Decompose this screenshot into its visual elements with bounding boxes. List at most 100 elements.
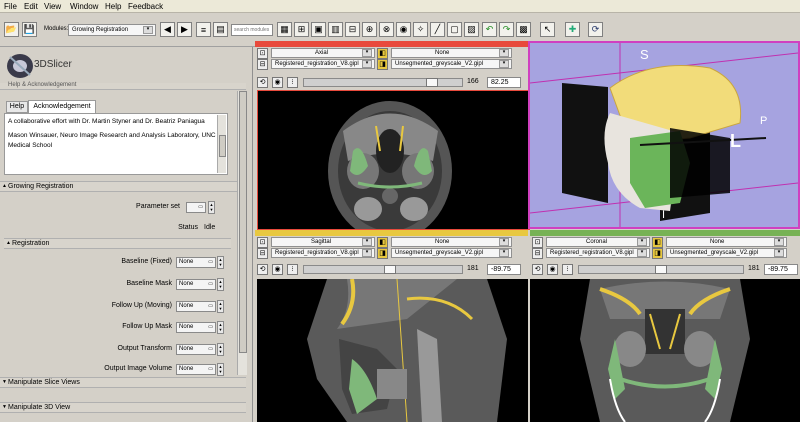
- sagittal-link-button[interactable]: ⊟: [257, 248, 268, 259]
- 3d-view[interactable]: S P L I: [528, 41, 800, 229]
- output-image-volume-stepper[interactable]: ▲ ▼: [217, 363, 224, 376]
- sagittal-slice-view[interactable]: [257, 279, 528, 422]
- output-transform-select[interactable]: None ▭: [176, 344, 216, 355]
- axial-offset-input[interactable]: 82.25: [487, 77, 521, 88]
- coronal-label-toggle[interactable]: ◨: [652, 248, 663, 259]
- sagittal-pin-button[interactable]: ⊡: [257, 237, 268, 248]
- place-mode-button[interactable]: ✚: [565, 22, 580, 37]
- parameter-set-select[interactable]: ▭: [186, 202, 206, 213]
- coronal-slice-view[interactable]: [530, 279, 800, 422]
- module-selector[interactable]: Growing Registration ▾: [68, 24, 156, 36]
- sagittal-label-toggle[interactable]: ◨: [377, 248, 388, 259]
- menu-view[interactable]: View: [44, 2, 61, 11]
- fiducial-button[interactable]: ◉: [396, 22, 411, 37]
- axial-orientation-select[interactable]: Axial ▾: [271, 48, 375, 58]
- coronal-label-select[interactable]: Unsegmented_greyscale_V2.gipl ▾: [666, 248, 787, 258]
- search-modules-input[interactable]: [231, 24, 273, 36]
- coronal-fit-button[interactable]: ⟲: [532, 264, 543, 275]
- crosshair-button[interactable]: ⊕: [362, 22, 377, 37]
- coronal-offset-input[interactable]: -89.75: [764, 264, 798, 275]
- prev-module-button[interactable]: ◀: [160, 22, 175, 37]
- module-panel-scrollbar[interactable]: [237, 91, 247, 375]
- axial-slider-thumb[interactable]: [426, 78, 438, 87]
- slice-intersection-button[interactable]: ⊗: [379, 22, 394, 37]
- output-image-volume-select[interactable]: None ▭: [176, 364, 216, 375]
- manipulate-3d-view-header[interactable]: ▼ Manipulate 3D View: [0, 402, 246, 413]
- manipulate-slice-views-header[interactable]: ▼ Manipulate Slice Views: [0, 377, 246, 388]
- layout-3d-button[interactable]: ▥: [328, 22, 343, 37]
- baseline-fixed-stepper[interactable]: ▲ ▼: [217, 256, 224, 269]
- sagittal-label-select[interactable]: Unsegmented_greyscale_V2.gipl ▾: [391, 248, 512, 258]
- coronal-slice-slider[interactable]: [578, 265, 744, 274]
- axial-label-toggle[interactable]: ◨: [377, 59, 388, 70]
- menu-edit[interactable]: Edit: [24, 2, 38, 11]
- parameter-set-stepper[interactable]: ▲ ▼: [208, 201, 215, 214]
- editor-button[interactable]: ▨: [464, 22, 479, 37]
- sagittal-fg-toggle[interactable]: ◧: [377, 237, 388, 248]
- next-module-button[interactable]: ▶: [177, 22, 192, 37]
- axial-settings-button[interactable]: ⁝: [287, 77, 298, 88]
- layout-oneup-button[interactable]: ▣: [311, 22, 326, 37]
- layout-compare-button[interactable]: ⊟: [345, 22, 360, 37]
- save-button[interactable]: 💾: [22, 22, 37, 37]
- follow-up-mask-select[interactable]: None ▭: [176, 322, 216, 333]
- coronal-foreground-select[interactable]: None ▾: [666, 237, 787, 247]
- ack-scrollbar[interactable]: [217, 115, 226, 173]
- follow-up-moving-select[interactable]: None ▭: [176, 301, 216, 312]
- redo-button[interactable]: ↷: [499, 22, 514, 37]
- registration-header[interactable]: ▲ Registration: [4, 238, 231, 249]
- refresh-button[interactable]: ⟳: [588, 22, 603, 37]
- follow-up-moving-stepper[interactable]: ▲ ▼: [217, 300, 224, 313]
- help-section-header[interactable]: Help & Acknowledgement: [0, 82, 246, 90]
- coronal-orientation-select[interactable]: Coronal ▾: [546, 237, 650, 247]
- growing-registration-header[interactable]: ▲ Growing Registration: [0, 181, 246, 192]
- axial-fit-button[interactable]: ⟲: [257, 77, 268, 88]
- module-list-button[interactable]: ▤: [213, 22, 228, 37]
- axial-pin-button[interactable]: ⊡: [257, 48, 268, 59]
- module-history-button[interactable]: ≡: [196, 22, 211, 37]
- layout-conventional-button[interactable]: ▦: [277, 22, 292, 37]
- screenshot-button[interactable]: ▢: [447, 22, 462, 37]
- baseline-mask-select[interactable]: None ▭: [176, 279, 216, 290]
- module-panel-scrollbar-thumb[interactable]: [239, 91, 247, 353]
- baseline-mask-stepper[interactable]: ▲ ▼: [217, 278, 224, 291]
- sagittal-offset-input[interactable]: -89.75: [487, 264, 521, 275]
- coronal-pin-button[interactable]: ⊡: [532, 237, 543, 248]
- menu-file[interactable]: File: [4, 2, 17, 11]
- sagittal-orientation-select[interactable]: Sagittal ▾: [271, 237, 375, 247]
- follow-up-mask-stepper[interactable]: ▲ ▼: [217, 321, 224, 334]
- mouse-mode-button[interactable]: ↖: [540, 22, 555, 37]
- load-data-button[interactable]: 📂: [4, 22, 19, 37]
- tab-help[interactable]: Help: [6, 101, 28, 113]
- axial-fg-toggle[interactable]: ◧: [377, 48, 388, 59]
- view-divider[interactable]: [528, 230, 530, 422]
- sagittal-foreground-select[interactable]: None ▾: [391, 237, 512, 247]
- coronal-slider-thumb[interactable]: [655, 265, 667, 274]
- coronal-link-button[interactable]: ⊟: [532, 248, 543, 259]
- axial-link-button[interactable]: ⊟: [257, 59, 268, 70]
- sagittal-slice-slider[interactable]: [303, 265, 463, 274]
- axial-background-select[interactable]: Registered_registration_V8.gipl ▾: [271, 59, 375, 69]
- sagittal-background-select[interactable]: Registered_registration_V8.gipl ▾: [271, 248, 375, 258]
- axial-slice-view[interactable]: [257, 90, 530, 230]
- sagittal-visibility-button[interactable]: ◉: [272, 264, 283, 275]
- ack-scrollbar-thumb[interactable]: [219, 135, 226, 157]
- axial-foreground-select[interactable]: None ▾: [391, 48, 512, 58]
- menu-window[interactable]: Window: [70, 2, 98, 11]
- sagittal-fit-button[interactable]: ⟲: [257, 264, 268, 275]
- ruler-button[interactable]: ╱: [430, 22, 445, 37]
- menu-help[interactable]: Help: [105, 2, 121, 11]
- baseline-fixed-select[interactable]: None ▭: [176, 257, 216, 268]
- undo-button[interactable]: ↶: [482, 22, 497, 37]
- coronal-background-select[interactable]: Registered_registration_V8.gipl ▾: [546, 248, 650, 258]
- tab-acknowledgement[interactable]: Acknowledgement: [28, 100, 96, 113]
- axial-label-select[interactable]: Unsegmented_greyscale_V2.gipl ▾: [391, 59, 512, 69]
- coronal-fg-toggle[interactable]: ◧: [652, 237, 663, 248]
- menu-feedback[interactable]: Feedback: [128, 2, 163, 11]
- axial-slice-slider[interactable]: [303, 78, 463, 87]
- axial-visibility-button[interactable]: ◉: [272, 77, 283, 88]
- sagittal-settings-button[interactable]: ⁝: [287, 264, 298, 275]
- snapshot-button[interactable]: ▩: [516, 22, 531, 37]
- coronal-settings-button[interactable]: ⁝: [562, 264, 573, 275]
- transform-button[interactable]: ✧: [413, 22, 428, 37]
